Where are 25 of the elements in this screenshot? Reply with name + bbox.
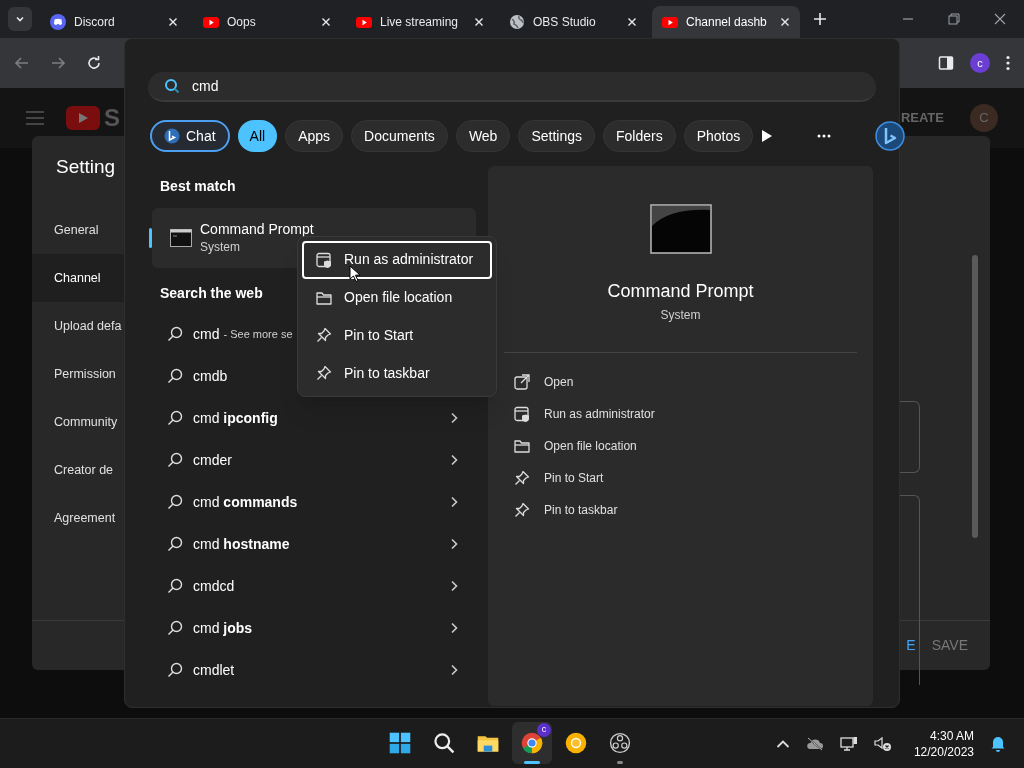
section-heading: Search the web bbox=[160, 283, 263, 303]
dialog-title: Setting bbox=[56, 154, 116, 179]
result-title: Command Prompt bbox=[200, 220, 314, 238]
tab-title: Discord bbox=[74, 14, 116, 31]
result-text: cmdb bbox=[193, 366, 228, 386]
logo-text: S bbox=[104, 103, 120, 133]
tab-title: OBS Studio bbox=[533, 14, 597, 31]
result-text: cmdlet bbox=[193, 660, 235, 680]
result-hint: - See more se bbox=[223, 326, 293, 342]
result-text: cmder bbox=[193, 450, 232, 470]
tab-title: Oops bbox=[227, 14, 257, 31]
tab-title: Live streaming bbox=[380, 14, 460, 31]
result-text: cmd jobs bbox=[193, 618, 253, 638]
section-heading: Best match bbox=[160, 177, 236, 196]
app-title: Command Prompt bbox=[606, 280, 755, 302]
profile-badge: c bbox=[537, 723, 551, 737]
result-text: cmd commands bbox=[193, 492, 298, 512]
app-subtitle: System bbox=[659, 307, 702, 322]
result-text: cmdcd bbox=[193, 576, 235, 596]
result-subtitle: System bbox=[200, 239, 241, 256]
tab-title: Channel dashb bbox=[686, 14, 768, 31]
search-query: cmd bbox=[192, 76, 219, 96]
result-text: cmd bbox=[193, 324, 220, 344]
result-text: cmd ipconfig bbox=[193, 408, 278, 428]
result-text: cmd hostname bbox=[193, 534, 290, 554]
